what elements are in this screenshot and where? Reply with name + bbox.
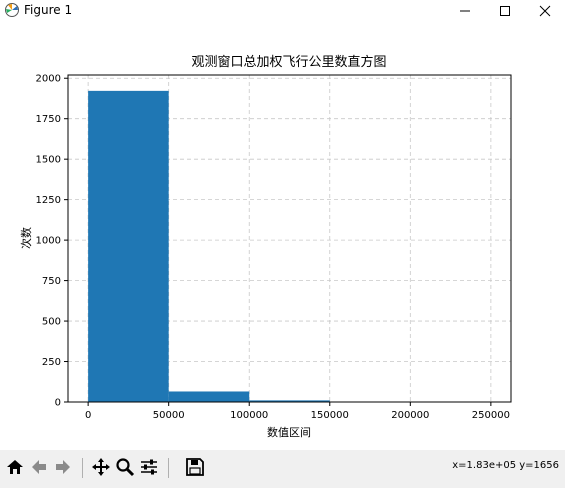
x-tick-label: 200000 — [391, 410, 429, 421]
back-icon — [32, 460, 46, 474]
histogram-bar — [88, 90, 169, 403]
histogram-chart: 观测窗口总加权飞行公里数直方图 0 50000 100000 150000 200000… — [19, 54, 512, 439]
configure-subplots-button[interactable] — [138, 456, 160, 478]
x-tick-label: 150000 — [311, 410, 349, 421]
home-icon — [7, 460, 23, 474]
y-tick-label: 2000 — [36, 74, 61, 85]
minimize-button[interactable] — [445, 0, 485, 22]
navigation-toolbar: x=1.83e+05 y=1656 — [0, 450, 565, 488]
y-tick-label: 250 — [42, 357, 61, 368]
y-tick-label: 1750 — [36, 114, 61, 125]
forward-button[interactable] — [52, 456, 74, 478]
toolbar-separator — [82, 458, 83, 478]
histogram-bar — [168, 391, 250, 402]
maximize-icon — [500, 6, 510, 16]
configure-subplots-icon — [141, 459, 157, 475]
save-icon — [186, 458, 204, 476]
window-titlebar: Figure 1 — [0, 0, 565, 22]
pan-icon — [92, 458, 110, 476]
save-button[interactable] — [184, 456, 206, 478]
cursor-coordinate-readout: x=1.83e+05 y=1656 — [452, 460, 559, 471]
toolbar-separator — [168, 458, 169, 478]
maximize-button[interactable] — [485, 0, 525, 22]
chart-title: 观测窗口总加权飞行公里数直方图 — [191, 54, 386, 70]
home-button[interactable] — [4, 456, 26, 478]
y-tick-label: 1000 — [36, 236, 61, 247]
back-button[interactable] — [28, 456, 50, 478]
x-tick-label: 100000 — [230, 410, 268, 421]
zoom-button[interactable] — [114, 456, 136, 478]
figure-canvas[interactable]: 观测窗口总加权飞行公里数直方图 0 50000 100000 150000 200000… — [0, 22, 565, 450]
close-button[interactable] — [525, 0, 565, 22]
x-tick-label: 250000 — [472, 410, 510, 421]
y-tick-label: 750 — [42, 276, 61, 287]
x-tick-label: 50000 — [153, 410, 185, 421]
close-icon — [539, 5, 551, 17]
x-axis-label: 数值区间 — [267, 426, 311, 439]
y-tick-label: 1500 — [36, 155, 61, 166]
matplotlib-app-icon — [5, 3, 19, 17]
minimize-icon — [460, 10, 470, 12]
y-tick-label: 0 — [55, 398, 61, 409]
pan-button[interactable] — [90, 456, 112, 478]
y-tick-label: 500 — [42, 317, 61, 328]
forward-icon — [56, 460, 70, 474]
x-tick-label: 0 — [85, 410, 91, 421]
window-title: Figure 1 — [24, 3, 73, 17]
y-axis-label: 次数 — [19, 227, 33, 249]
y-tick-label: 1250 — [36, 195, 61, 206]
zoom-icon — [116, 458, 135, 477]
